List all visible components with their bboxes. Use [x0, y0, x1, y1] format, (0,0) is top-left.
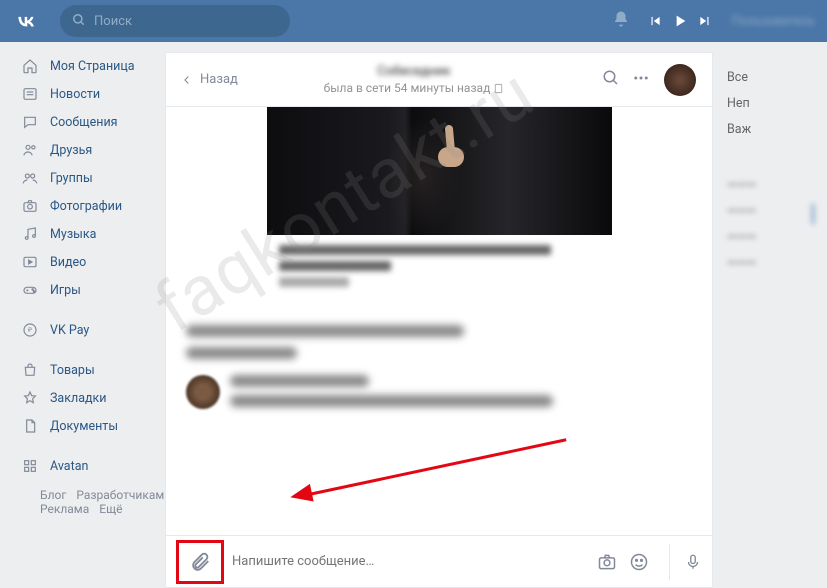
sidebar-item-bookmarks[interactable]: Закладки	[20, 384, 165, 412]
avatan-icon	[20, 456, 40, 476]
document-icon	[20, 416, 40, 436]
filter-important[interactable]: Важ	[727, 122, 813, 148]
message-attachment[interactable]	[267, 107, 612, 307]
sidebar-item-label: Avatan	[50, 459, 88, 474]
home-icon	[20, 56, 40, 76]
sidebar-item-label: Друзья	[50, 143, 92, 158]
sidebar-item-messages[interactable]: Сообщения	[20, 108, 165, 136]
sidebar-item-music[interactable]: Музыка	[20, 220, 165, 248]
sidebar-item-groups[interactable]: Группы	[20, 164, 165, 192]
sidebar-item-avatan[interactable]: Avatan	[20, 452, 165, 480]
filter-unread[interactable]: Неп	[727, 96, 813, 122]
sidebar-item-label: VK Pay	[50, 323, 89, 338]
message-input[interactable]	[232, 554, 597, 569]
back-button[interactable]: Назад	[182, 72, 238, 87]
chat-panel: Назад Собеседник была в сети 54 минуты н…	[165, 52, 713, 588]
footer-link[interactable]: Ещё	[99, 502, 122, 516]
sidebar-item-friends[interactable]: Друзья	[20, 136, 165, 164]
filter-all[interactable]: Все	[727, 70, 813, 96]
sidebar-item-news[interactable]: Новости	[20, 80, 165, 108]
music-icon	[20, 224, 40, 244]
next-track-icon[interactable]	[698, 14, 712, 28]
sidebar-item-label: Сообщения	[50, 115, 118, 130]
groups-icon	[20, 168, 40, 188]
back-label: Назад	[200, 72, 238, 87]
sidebar-item-label: Группы	[50, 171, 93, 186]
sidebar-item-label: Товары	[50, 363, 95, 378]
video-icon	[20, 252, 40, 272]
gamepad-icon	[20, 280, 40, 300]
vk-logo[interactable]	[12, 7, 40, 35]
emoji-icon[interactable]	[629, 552, 649, 572]
right-filter-column: Все Неп Важ ——— ——— ——— ———	[713, 52, 813, 588]
sidebar-item-goods[interactable]: Товары	[20, 356, 165, 384]
photo-icon[interactable]	[597, 552, 617, 572]
camera-icon	[20, 196, 40, 216]
chat-peer-avatar[interactable]	[664, 64, 696, 96]
play-icon[interactable]	[672, 13, 688, 29]
sidebar-item-label: Моя Страница	[50, 59, 135, 74]
sidebar-item-label: Новости	[50, 87, 100, 102]
svg-text:₽: ₽	[28, 327, 32, 334]
attach-button-highlight[interactable]	[176, 540, 224, 584]
search-icon	[72, 12, 86, 31]
sidebar-item-video[interactable]: Видео	[20, 248, 165, 276]
news-icon	[20, 84, 40, 104]
filter-item[interactable]: ———	[727, 204, 813, 230]
top-header: Пользователь	[0, 0, 827, 42]
sidebar-item-label: Фотографии	[50, 199, 122, 214]
chat-header: Назад Собеседник была в сети 54 минуты н…	[166, 53, 712, 107]
sidebar-item-games[interactable]: Игры	[20, 276, 165, 304]
chat-peer-status: была в сети 54 минуты назад	[238, 81, 590, 95]
sidebar-item-label: Закладки	[50, 391, 107, 406]
prev-track-icon[interactable]	[648, 14, 662, 28]
left-sidebar: Моя Страница Новости Сообщения Друзья Гр…	[0, 42, 165, 588]
footer-link[interactable]: Реклама	[40, 502, 89, 516]
message-row	[186, 375, 692, 415]
notifications-icon[interactable]	[612, 10, 630, 32]
search-box[interactable]	[60, 5, 290, 37]
chat-more-icon[interactable]	[632, 69, 650, 91]
sidebar-item-label: Музыка	[50, 227, 96, 242]
bag-icon	[20, 360, 40, 380]
sidebar-item-label: Игры	[50, 283, 81, 298]
paperclip-icon	[189, 551, 211, 573]
search-input[interactable]	[94, 14, 278, 29]
chat-search-icon[interactable]	[602, 69, 620, 91]
filter-item[interactable]: ———	[727, 178, 813, 204]
attachment-image	[267, 107, 612, 235]
chat-input-bar	[166, 535, 712, 587]
friends-icon	[20, 140, 40, 160]
message-avatar[interactable]	[186, 375, 220, 409]
sidebar-item-vkpay[interactable]: ₽ VK Pay	[20, 316, 165, 344]
mic-icon[interactable]	[684, 552, 702, 572]
audio-player	[648, 13, 712, 29]
chat-messages	[166, 107, 712, 535]
star-icon	[20, 388, 40, 408]
sidebar-item-photos[interactable]: Фотографии	[20, 192, 165, 220]
filter-item[interactable]: ———	[727, 230, 813, 256]
footer-links: Блог Разработчикам Реклама Ещё	[20, 480, 165, 524]
footer-link[interactable]: Разработчикам	[76, 488, 164, 502]
vkpay-icon: ₽	[20, 320, 40, 340]
filter-item[interactable]: ———	[727, 256, 813, 282]
chat-peer-name[interactable]: Собеседник	[238, 64, 590, 79]
footer-link[interactable]: Блог	[40, 488, 66, 502]
sidebar-item-label: Документы	[50, 419, 118, 434]
sidebar-item-my-page[interactable]: Моя Страница	[20, 52, 165, 80]
header-username[interactable]: Пользователь	[732, 14, 815, 29]
messages-icon	[20, 112, 40, 132]
sidebar-item-label: Видео	[50, 255, 86, 270]
sidebar-item-docs[interactable]: Документы	[20, 412, 165, 440]
